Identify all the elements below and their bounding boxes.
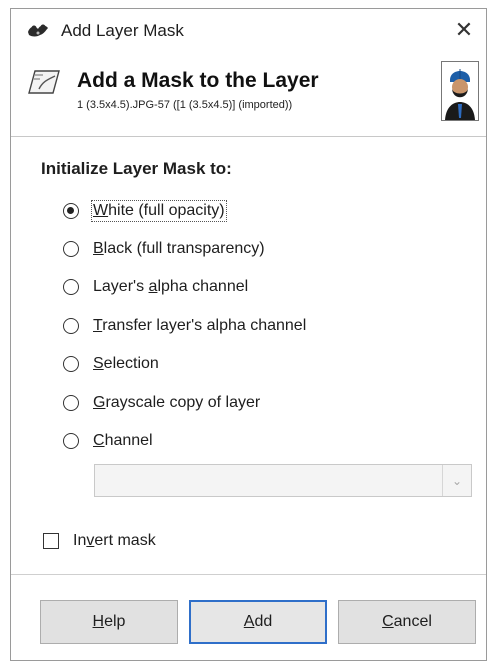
dialog-header: Add a Mask to the Layer 1 (3.5x4.5).JPG-… bbox=[11, 51, 486, 137]
gimp-wilber-icon bbox=[28, 24, 48, 37]
help-button-label: Help bbox=[92, 613, 126, 630]
checkbox-indicator[interactable] bbox=[43, 533, 59, 549]
layer-thumbnail bbox=[441, 61, 479, 121]
init-mask-label: Initialize Layer Mask to: bbox=[41, 159, 232, 178]
radio-label: Channel bbox=[93, 432, 153, 449]
radio-black-full-transparency[interactable]: Black (full transparency) bbox=[63, 235, 265, 263]
radio-label: Layer's alpha channel bbox=[93, 278, 249, 295]
window-title: Add Layer Mask bbox=[61, 21, 184, 40]
radio-label: Transfer layer's alpha channel bbox=[93, 317, 307, 334]
radio-indicator[interactable] bbox=[63, 395, 79, 411]
radio-indicator[interactable] bbox=[63, 318, 79, 334]
radio-indicator[interactable] bbox=[63, 203, 79, 219]
layer-mask-icon bbox=[28, 70, 60, 94]
add-button-label: Add bbox=[243, 613, 273, 630]
add-layer-mask-dialog: Add Layer Mask ✕ Add a Mask to the Layer… bbox=[10, 8, 487, 661]
radio-channel[interactable]: Channel bbox=[63, 427, 153, 455]
header-title: Add a Mask to the Layer bbox=[77, 69, 319, 92]
radio-label: Grayscale copy of layer bbox=[93, 394, 261, 411]
radio-indicator[interactable] bbox=[63, 279, 79, 295]
radio-transfer-alpha-channel[interactable]: Transfer layer's alpha channel bbox=[63, 312, 306, 340]
close-button[interactable]: ✕ bbox=[448, 15, 480, 45]
header-subtitle: 1 (3.5x4.5).JPG-57 ([1 (3.5x4.5)] (impor… bbox=[77, 99, 293, 111]
chevron-down-icon[interactable]: ⌄ bbox=[442, 465, 471, 496]
radio-indicator[interactable] bbox=[63, 433, 79, 449]
cancel-button[interactable]: Cancel bbox=[338, 600, 476, 644]
radio-indicator[interactable] bbox=[63, 356, 79, 372]
radio-grayscale-copy[interactable]: Grayscale copy of layer bbox=[63, 389, 260, 417]
radio-white-full-opacity[interactable]: White (full opacity) bbox=[63, 197, 227, 225]
cancel-button-label: Cancel bbox=[382, 613, 432, 630]
radio-label: White (full opacity) bbox=[91, 200, 227, 222]
radio-layers-alpha-channel[interactable]: Layer's alpha channel bbox=[63, 273, 248, 301]
help-button[interactable]: Help bbox=[40, 600, 178, 644]
portrait-image bbox=[442, 62, 478, 120]
add-button[interactable]: Add bbox=[189, 600, 327, 644]
button-divider bbox=[11, 574, 486, 575]
radio-label: Selection bbox=[93, 355, 159, 372]
invert-mask-checkbox[interactable]: Invert mask bbox=[43, 528, 156, 554]
checkbox-label: Invert mask bbox=[73, 532, 156, 549]
title-bar: Add Layer Mask ✕ bbox=[11, 9, 486, 51]
channel-select[interactable]: ⌄ bbox=[94, 464, 472, 497]
radio-label: Black (full transparency) bbox=[93, 240, 265, 257]
radio-selection[interactable]: Selection bbox=[63, 350, 159, 378]
radio-indicator[interactable] bbox=[63, 241, 79, 257]
